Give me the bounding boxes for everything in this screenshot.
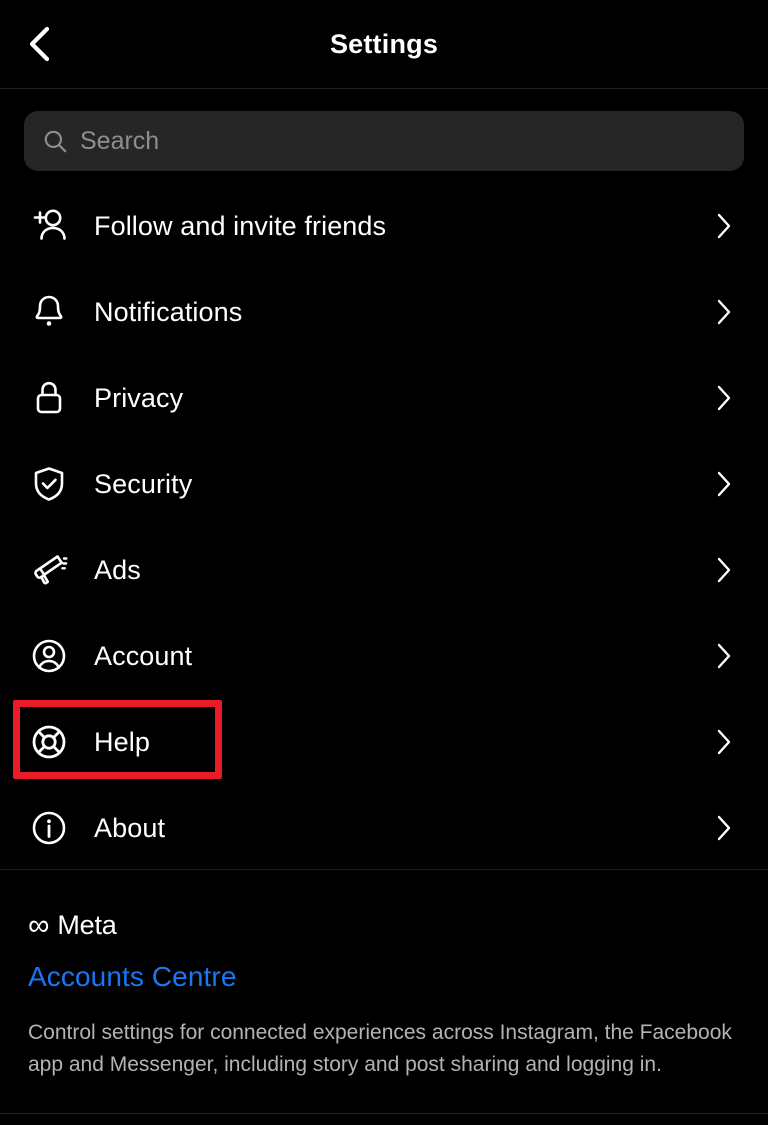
bottom-divider	[0, 1113, 768, 1114]
lock-icon	[26, 375, 72, 421]
chevron-right-icon[interactable]	[710, 556, 738, 584]
shield-check-icon	[26, 461, 72, 507]
search-input[interactable]	[80, 126, 726, 156]
menu-item-notifications[interactable]: Notifications	[0, 269, 768, 355]
menu-item-label: Help	[94, 726, 150, 757]
chevron-right-icon[interactable]	[710, 470, 738, 498]
menu-item-label: About	[94, 812, 166, 843]
menu-item-security[interactable]: Security	[0, 441, 768, 527]
menu-item-label: Privacy	[94, 382, 184, 413]
menu-item-label: Account	[94, 640, 193, 671]
chevron-right-icon[interactable]	[710, 642, 738, 670]
menu-item-label: Security	[94, 468, 193, 499]
meta-infinity-icon: ∞	[28, 908, 50, 942]
search-section	[0, 89, 768, 179]
chevron-right-icon[interactable]	[710, 728, 738, 756]
meta-footer: ∞ Meta Accounts Centre Control settings …	[0, 869, 768, 1081]
meta-wordmark: Meta	[57, 910, 117, 940]
bell-icon	[26, 289, 72, 335]
menu-item-about[interactable]: About	[0, 785, 768, 871]
search-bar[interactable]	[24, 111, 744, 171]
menu-item-privacy[interactable]: Privacy	[0, 355, 768, 441]
page-title: Settings	[329, 28, 439, 59]
footer-description: Control settings for connected experienc…	[28, 1021, 732, 1076]
settings-menu: Follow and invite friends Notifications	[0, 179, 768, 871]
menu-item-account[interactable]: Account	[0, 613, 768, 699]
menu-item-label: Ads	[94, 554, 141, 585]
settings-screen: Settings Follow and invite	[0, 0, 768, 1125]
app-header: Settings	[0, 0, 768, 89]
info-circle-icon	[26, 805, 72, 851]
chevron-right-icon[interactable]	[710, 384, 738, 412]
megaphone-icon	[26, 547, 72, 593]
person-add-icon	[26, 203, 72, 249]
life-ring-icon	[26, 719, 72, 765]
menu-item-ads[interactable]: Ads	[0, 527, 768, 613]
chevron-left-icon	[24, 25, 54, 63]
search-icon	[42, 128, 68, 154]
back-button[interactable]	[16, 21, 62, 67]
chevron-right-icon[interactable]	[710, 212, 738, 240]
meta-brand: ∞ Meta	[28, 910, 740, 941]
chevron-right-icon[interactable]	[710, 814, 738, 842]
menu-item-label: Notifications	[94, 296, 243, 327]
menu-item-label: Follow and invite friends	[94, 210, 387, 241]
account-circle-icon	[26, 633, 72, 679]
accounts-centre-link[interactable]: Accounts Centre	[28, 961, 237, 993]
menu-item-help[interactable]: Help	[0, 699, 768, 785]
chevron-right-icon[interactable]	[710, 298, 738, 326]
menu-item-follow-and-invite-friends[interactable]: Follow and invite friends	[0, 183, 768, 269]
